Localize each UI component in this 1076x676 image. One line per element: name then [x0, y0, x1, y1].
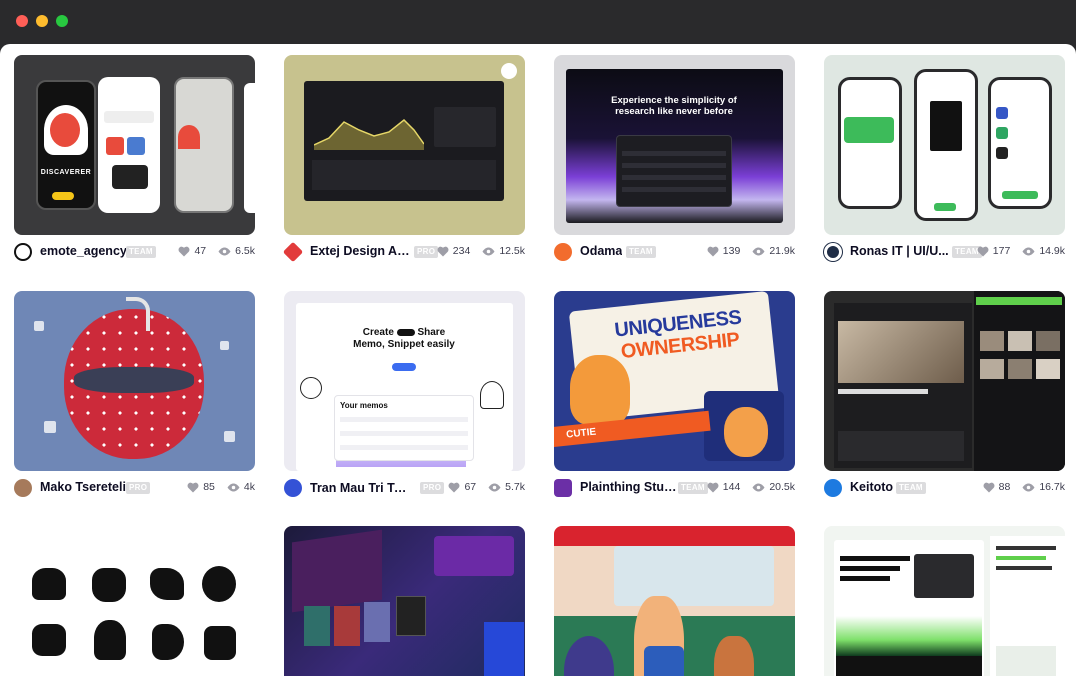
author-name[interactable]: Tran Mau Tri Tam ✪: [310, 480, 410, 495]
author-avatar[interactable]: [824, 479, 842, 497]
author-avatar[interactable]: [554, 479, 572, 497]
author-name[interactable]: Odama: [580, 244, 622, 258]
panel-title: Your memos: [340, 401, 388, 410]
shot-stats: 139 21.9k: [707, 245, 795, 257]
heart-icon[interactable]: [977, 246, 989, 257]
shot-stats: 67 5.7k: [448, 481, 525, 493]
heart-icon[interactable]: [437, 246, 449, 257]
author-name[interactable]: Plainthing Studio: [580, 480, 680, 494]
shots-grid: DISCAVERER emote_agency TEAM 47 6.5k Ext…: [0, 44, 1076, 676]
views-count: 4k: [243, 481, 255, 493]
eye-icon: [488, 483, 501, 491]
shot-preview-heading: DISCAVERER: [40, 169, 92, 176]
likes-count: 47: [194, 245, 207, 257]
shot-thumbnail[interactable]: Create Share Memo, Snippet easily Your m…: [284, 291, 525, 471]
likes-count: 139: [722, 245, 741, 257]
team-badge: TEAM: [678, 482, 708, 494]
pro-badge: PRO: [414, 246, 439, 258]
heart-icon[interactable]: [448, 482, 460, 493]
views-count: 6.5k: [235, 245, 255, 257]
shot-thumbnail[interactable]: [14, 291, 255, 471]
views-count: 5.7k: [505, 481, 525, 493]
likes-count: 88: [998, 481, 1011, 493]
author-avatar[interactable]: [14, 243, 32, 261]
team-badge: TEAM: [626, 246, 656, 258]
eye-icon: [752, 483, 765, 491]
author-name[interactable]: Keitoto: [850, 480, 893, 494]
shot-thumbnail[interactable]: [14, 526, 255, 676]
shot-stats: 88 16.7k: [983, 481, 1065, 493]
likes-count: 144: [722, 481, 741, 493]
shot-stats: 177 14.9k: [977, 245, 1065, 257]
author-avatar[interactable]: [282, 241, 304, 263]
views-count: 16.7k: [1039, 481, 1065, 493]
likes-count: 85: [203, 481, 215, 493]
likes-count: 177: [992, 245, 1011, 257]
shot-thumbnail[interactable]: [824, 526, 1065, 676]
shot-thumbnail[interactable]: [284, 55, 525, 235]
views-count: 14.9k: [1039, 245, 1065, 257]
eye-icon: [482, 247, 495, 255]
views-count: 21.9k: [769, 245, 795, 257]
views-count: 20.5k: [769, 481, 795, 493]
shot-thumbnail[interactable]: [824, 55, 1065, 235]
eye-icon: [1022, 247, 1035, 255]
shot-thumbnail[interactable]: [824, 291, 1065, 471]
shot-meta: Odama TEAM 139 21.9k: [554, 242, 795, 262]
eye-icon: [227, 483, 240, 491]
author-name[interactable]: emote_agency: [40, 244, 127, 258]
shot-thumbnail[interactable]: [554, 526, 795, 676]
shot-stats: 144 20.5k: [707, 481, 795, 493]
views-count: 12.5k: [499, 245, 525, 257]
author-name[interactable]: Mako Tsereteli: [40, 480, 126, 494]
shot-meta: Extej Design Ag... PRO 234 12.5k: [282, 241, 525, 263]
shot-preview-heading: Create: [362, 327, 394, 338]
shot-meta: Ronas IT | UI/U... TEAM 177 14.9k: [824, 242, 1065, 262]
heart-icon[interactable]: [187, 482, 199, 493]
shot-stats: 47 6.5k: [178, 245, 255, 257]
author-avatar[interactable]: [824, 243, 842, 261]
shot-preview-heading: Experience the simplicity of research li…: [611, 95, 737, 117]
eye-icon: [218, 247, 231, 255]
team-badge: TEAM: [896, 482, 926, 494]
shot-meta: Tran Mau Tri Tam ✪ PRO 67 5.7k: [284, 478, 525, 498]
shot-meta: Keitoto TEAM 88 16.7k: [824, 478, 1065, 498]
heart-icon[interactable]: [707, 482, 719, 493]
author-avatar[interactable]: [554, 243, 572, 261]
author-avatar[interactable]: [284, 479, 302, 497]
pro-badge: PRO: [126, 482, 151, 494]
shot-thumbnail[interactable]: DISCAVERER: [14, 55, 255, 235]
eye-icon: [1022, 483, 1035, 491]
shot-stats: 85 4k: [187, 481, 255, 493]
minimize-window-button[interactable]: [36, 15, 48, 27]
heart-icon[interactable]: [178, 246, 190, 257]
team-badge: TEAM: [126, 246, 156, 258]
heart-icon[interactable]: [983, 482, 995, 493]
shot-preview-heading: Memo, Snippet easily: [353, 339, 455, 350]
shot-thumbnail[interactable]: [284, 526, 525, 676]
likes-count: 234: [452, 245, 471, 257]
shot-meta: emote_agency TEAM 47 6.5k: [14, 242, 255, 262]
heart-icon[interactable]: [707, 246, 719, 257]
eye-icon: [752, 247, 765, 255]
shot-meta: Plainthing Studio TEAM 144 20.5k: [554, 478, 795, 498]
author-name[interactable]: Extej Design Ag...: [310, 244, 410, 258]
author-avatar[interactable]: [14, 479, 32, 497]
likes-count: 67: [464, 481, 477, 493]
shot-meta: Mako Tsereteli PRO 85 4k: [14, 478, 255, 498]
ribbon-text: CUTIE: [565, 426, 597, 441]
shot-preview-heading: Share: [417, 327, 446, 338]
shot-stats: 234 12.5k: [437, 245, 525, 257]
shot-thumbnail[interactable]: UNIQUENESS OWNERSHIP CUTIE: [554, 291, 795, 471]
pro-badge: PRO: [420, 482, 445, 494]
window-titlebar: [0, 0, 1076, 44]
zoom-window-button[interactable]: [56, 15, 68, 27]
author-name[interactable]: Ronas IT | UI/U...: [850, 244, 949, 258]
shot-thumbnail[interactable]: Experience the simplicity of research li…: [554, 55, 795, 235]
close-window-button[interactable]: [16, 15, 28, 27]
